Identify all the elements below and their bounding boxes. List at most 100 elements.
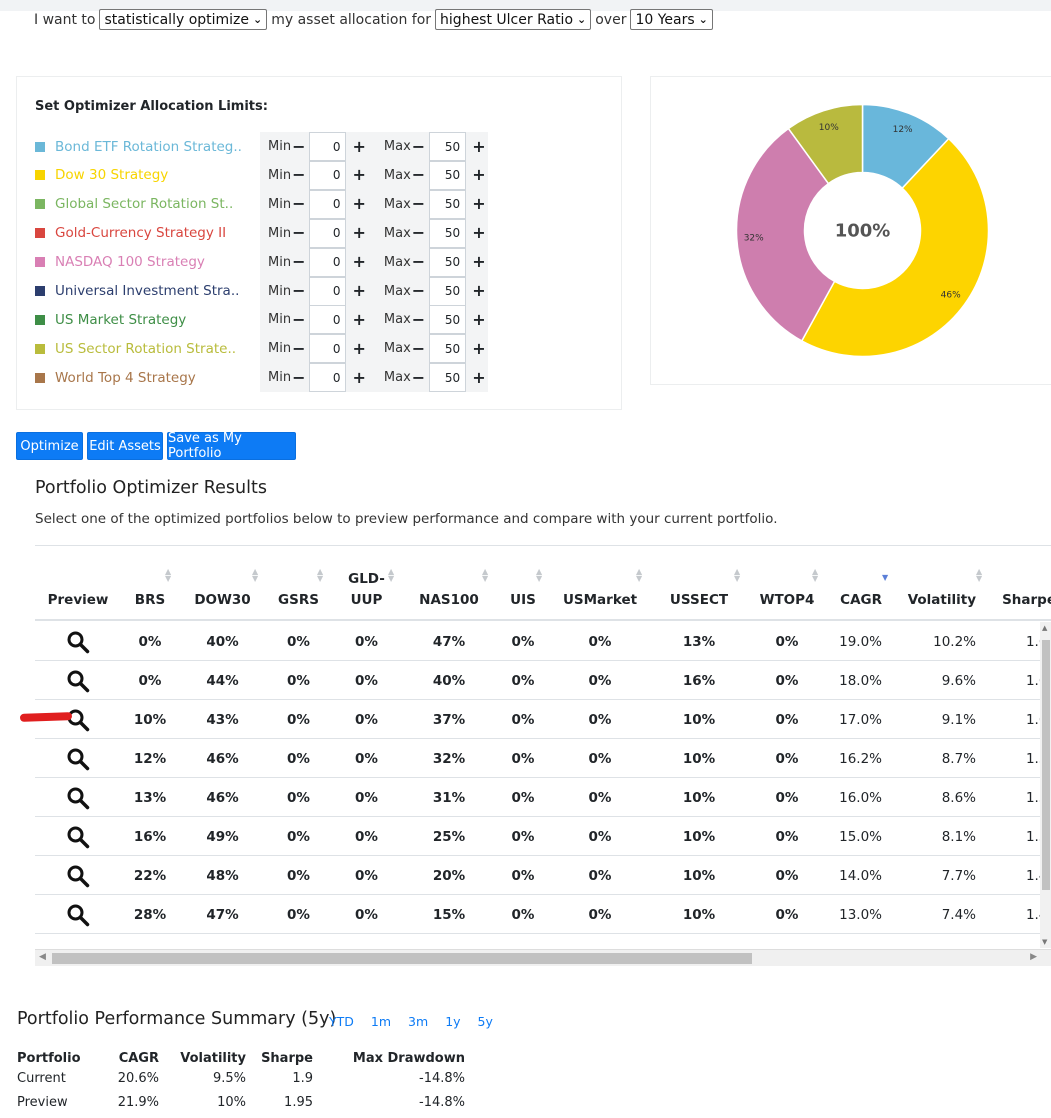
min-decrement-icon[interactable]: − bbox=[292, 283, 305, 299]
asset-name[interactable]: Bond ETF Rotation Strateg.. bbox=[55, 139, 269, 155]
optimize-button[interactable]: Optimize bbox=[16, 432, 83, 460]
preview-cell[interactable] bbox=[35, 817, 121, 856]
min-input[interactable]: 0 bbox=[309, 218, 347, 248]
asset-name[interactable]: Gold-Currency Strategy II bbox=[55, 225, 269, 241]
min-decrement-icon[interactable]: − bbox=[292, 196, 305, 212]
max-input[interactable]: 50 bbox=[429, 218, 467, 248]
max-input[interactable]: 50 bbox=[429, 160, 467, 190]
table-row[interactable]: 12%46%0%0%32%0%0%10%0%16.2%8.7%1.57 bbox=[35, 739, 1051, 778]
max-decrement-icon[interactable]: − bbox=[412, 138, 425, 155]
max-decrement-icon[interactable]: − bbox=[412, 167, 425, 183]
scroll-up-icon[interactable]: ▲ bbox=[1042, 624, 1047, 632]
sort-icon[interactable]: ▲ ▼ bbox=[317, 567, 323, 582]
max-increment-icon[interactable]: + bbox=[472, 283, 485, 299]
max-input[interactable]: 50 bbox=[429, 132, 467, 161]
column-header[interactable]: GLD-UUP bbox=[331, 546, 402, 622]
min-decrement-icon[interactable]: − bbox=[292, 311, 305, 328]
min-input[interactable]: 0 bbox=[309, 276, 347, 306]
period-link-1m[interactable]: 1m bbox=[371, 1014, 391, 1029]
column-header[interactable]: Sharpe bbox=[990, 546, 1051, 622]
preview-cell[interactable] bbox=[35, 895, 121, 934]
sort-icon[interactable]: ▲ ▼ bbox=[165, 567, 171, 582]
sort-icon[interactable]: ▲ ▼ bbox=[482, 567, 488, 582]
max-increment-icon[interactable]: + bbox=[472, 196, 485, 212]
column-header[interactable]: NAS100 bbox=[402, 546, 496, 622]
period-link-1y[interactable]: 1y bbox=[445, 1014, 460, 1029]
preview-cell[interactable] bbox=[35, 661, 121, 700]
min-input[interactable]: 0 bbox=[309, 247, 347, 277]
max-decrement-icon[interactable]: − bbox=[412, 196, 425, 212]
min-increment-icon[interactable]: + bbox=[352, 311, 365, 328]
column-header[interactable]: UIS bbox=[496, 546, 550, 622]
scroll-down-icon[interactable]: ▼ bbox=[1042, 938, 1047, 946]
column-header[interactable]: GSRS bbox=[266, 546, 331, 622]
max-input[interactable]: 50 bbox=[429, 247, 467, 277]
scroll-left-icon[interactable]: ◀ bbox=[39, 952, 46, 962]
sort-icon[interactable]: ▲ ▼ bbox=[388, 567, 394, 582]
table-row[interactable]: 0%40%0%0%47%0%0%13%0%19.0%10.2%1.62 bbox=[35, 622, 1051, 661]
metric-select[interactable]: highest Ulcer Ratio ⌄ bbox=[435, 9, 592, 30]
preview-search-icon[interactable] bbox=[66, 864, 90, 888]
sort-icon[interactable]: ▲ ▼ bbox=[536, 567, 542, 582]
table-row[interactable]: 28%47%0%0%15%0%0%10%0%13.0%7.4%1.42 bbox=[35, 895, 1051, 934]
min-input[interactable]: 0 bbox=[309, 305, 347, 335]
period-link-ytd[interactable]: YTD bbox=[329, 1014, 354, 1029]
asset-name[interactable]: Global Sector Rotation St.. bbox=[55, 196, 269, 212]
max-decrement-icon[interactable]: − bbox=[412, 283, 425, 299]
column-header[interactable]: USMarket bbox=[550, 546, 650, 622]
column-header[interactable]: WTOP4 bbox=[748, 546, 826, 622]
min-increment-icon[interactable]: + bbox=[352, 254, 365, 270]
vertical-scrollbar[interactable]: ▲ ▼ bbox=[1040, 622, 1051, 948]
sort-icon[interactable]: ▲ ▼ bbox=[252, 567, 258, 582]
min-increment-icon[interactable]: + bbox=[352, 167, 365, 183]
min-increment-icon[interactable]: + bbox=[352, 196, 365, 212]
column-header[interactable]: CAGR bbox=[826, 546, 896, 622]
asset-name[interactable]: US Sector Rotation Strate.. bbox=[55, 341, 269, 357]
column-header[interactable]: Preview bbox=[35, 546, 121, 622]
table-row[interactable]: 10%43%0%0%37%0%0%10%0%17.0%9.1%1.60 bbox=[35, 700, 1051, 739]
save-portfolio-button[interactable]: Save as My Portfolio bbox=[167, 431, 296, 461]
max-input[interactable]: 50 bbox=[429, 363, 467, 393]
preview-cell[interactable] bbox=[35, 778, 121, 817]
min-input[interactable]: 0 bbox=[309, 363, 347, 393]
preview-cell[interactable] bbox=[35, 856, 121, 895]
table-row[interactable]: 13%46%0%0%31%0%0%10%0%16.0%8.6%1.57 bbox=[35, 778, 1051, 817]
preview-search-icon[interactable] bbox=[66, 747, 90, 771]
max-input[interactable]: 50 bbox=[429, 334, 467, 364]
min-decrement-icon[interactable]: − bbox=[292, 138, 305, 155]
max-increment-icon[interactable]: + bbox=[472, 138, 485, 155]
vertical-scroll-thumb[interactable] bbox=[1042, 640, 1050, 890]
scroll-right-icon[interactable]: ▶ bbox=[1030, 952, 1037, 962]
column-header[interactable]: BRS bbox=[121, 546, 179, 622]
period-link-3m[interactable]: 3m bbox=[408, 1014, 428, 1029]
min-increment-icon[interactable]: + bbox=[352, 138, 365, 155]
preview-search-icon[interactable] bbox=[66, 903, 90, 927]
max-decrement-icon[interactable]: − bbox=[412, 369, 425, 386]
column-header[interactable]: Volatility bbox=[896, 546, 990, 622]
sort-icon[interactable]: ▲ ▼ bbox=[976, 567, 982, 582]
asset-name[interactable]: NASDAQ 100 Strategy bbox=[55, 254, 269, 270]
asset-name[interactable]: Dow 30 Strategy bbox=[55, 167, 269, 183]
asset-name[interactable]: World Top 4 Strategy bbox=[55, 370, 269, 386]
max-increment-icon[interactable]: + bbox=[472, 311, 485, 328]
table-row[interactable]: 22%48%0%0%20%0%0%10%0%14.0%7.7%1.48 bbox=[35, 856, 1051, 895]
min-decrement-icon[interactable]: − bbox=[292, 369, 305, 386]
max-input[interactable]: 50 bbox=[429, 276, 467, 306]
max-input[interactable]: 50 bbox=[429, 305, 467, 335]
max-decrement-icon[interactable]: − bbox=[412, 340, 425, 357]
max-decrement-icon[interactable]: − bbox=[412, 311, 425, 328]
sort-icon[interactable]: ▲ ▼ bbox=[636, 567, 642, 582]
sort-icon[interactable]: ▲ ▼ bbox=[812, 567, 818, 582]
period-link-5y[interactable]: 5y bbox=[478, 1014, 493, 1029]
max-decrement-icon[interactable]: − bbox=[412, 225, 425, 241]
min-input[interactable]: 0 bbox=[309, 189, 347, 219]
horizontal-scrollbar[interactable]: ◀ ▶ bbox=[35, 949, 1051, 966]
asset-name[interactable]: US Market Strategy bbox=[55, 312, 269, 328]
max-increment-icon[interactable]: + bbox=[472, 225, 485, 241]
preview-search-icon[interactable] bbox=[66, 669, 90, 693]
column-header[interactable]: USSECT bbox=[650, 546, 748, 622]
max-increment-icon[interactable]: + bbox=[472, 369, 485, 386]
min-decrement-icon[interactable]: − bbox=[292, 225, 305, 241]
preview-cell[interactable] bbox=[35, 739, 121, 778]
column-header[interactable]: DOW30 bbox=[179, 546, 266, 622]
